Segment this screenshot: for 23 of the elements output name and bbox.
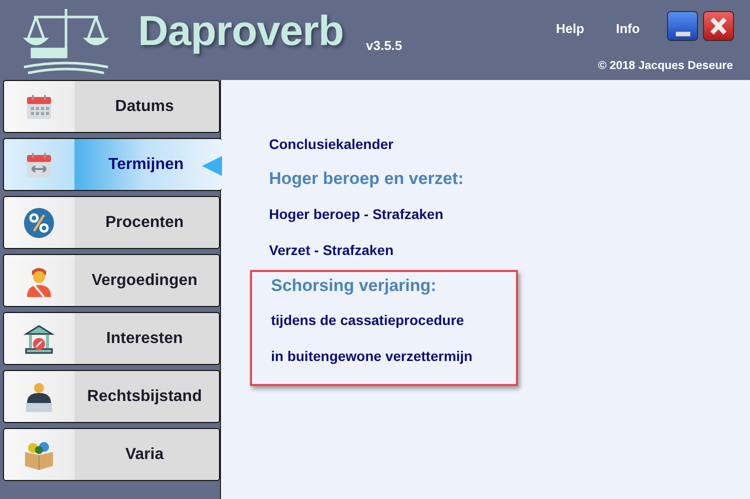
- app-title: Daproverb: [138, 8, 344, 54]
- section-heading: Hoger beroep en verzet:: [269, 168, 465, 190]
- content-link[interactable]: Verzet - Strafzaken: [269, 240, 750, 260]
- menu-link[interactable]: Info: [616, 19, 640, 38]
- sidebar-tab[interactable]: Datums: [3, 80, 220, 133]
- minimize-button[interactable]: [667, 11, 698, 41]
- sidebar-tab[interactable]: Interesten: [3, 312, 220, 365]
- close-button[interactable]: [703, 11, 734, 41]
- sidebar-tab[interactable]: Vergoedingen: [3, 254, 220, 307]
- minimize-icon: [674, 30, 690, 36]
- sidebar-tab[interactable]: Procenten: [3, 196, 220, 249]
- content-link[interactable]: tijdens de cassatieprocedure: [271, 310, 516, 331]
- content-link[interactable]: in buitengewone verzettermijn: [271, 346, 516, 367]
- section-heading: Schorsing verjaring:: [271, 274, 438, 297]
- menu-link[interactable]: Help: [556, 19, 584, 38]
- version-label: v3.5.5: [366, 37, 402, 55]
- sidebar-tab[interactable]: Varia: [3, 428, 220, 481]
- sidebar-tab[interactable]: Rechtsbijstand: [3, 370, 220, 423]
- copyright-text: © 2018 Jacques Deseure: [598, 59, 733, 74]
- content-link[interactable]: Hoger beroep - Strafzaken: [269, 204, 750, 224]
- pointer-arrow-icon: [202, 156, 222, 176]
- content-link[interactable]: Conclusiekalender: [269, 134, 750, 155]
- sidebar-tab[interactable]: Termijnen: [3, 138, 222, 191]
